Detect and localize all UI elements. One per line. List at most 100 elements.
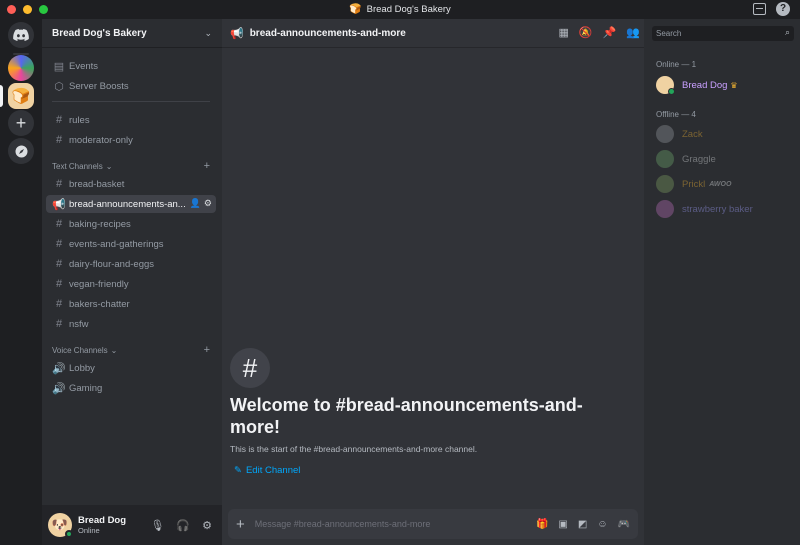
hash-icon: # — [55, 278, 63, 290]
voice-channel-lobby[interactable]: 🔊 Lobby — [46, 359, 216, 377]
channel-welcome: # Welcome to #bread-announcements-and-mo… — [230, 348, 630, 476]
avatar — [656, 150, 674, 168]
channel-bakers-chatter[interactable]: # bakers-chatter — [46, 295, 216, 313]
help-icon[interactable]: ? — [776, 2, 790, 16]
speaker-icon: 🔊 — [52, 382, 66, 395]
member-list: Search ⌕ Online — 1 Bread Dog ♛ Offline … — [644, 19, 800, 545]
explore-servers-button[interactable] — [8, 138, 34, 164]
pencil-icon: ✎ — [234, 465, 242, 476]
clan-tag: AWOO — [709, 180, 732, 188]
category-voice-channels[interactable]: Voice Channels ⌄ + — [46, 343, 216, 357]
emoji-icon[interactable]: ☺ — [597, 519, 607, 530]
category-text-channels[interactable]: Text Channels ⌄ + — [46, 159, 216, 173]
locked-hash-icon: # — [55, 134, 63, 146]
channel-events-and-gatherings[interactable]: # events-and-gatherings — [46, 235, 216, 253]
channel-baking-recipes[interactable]: # baking-recipes — [46, 215, 216, 233]
voice-channel-gaming[interactable]: 🔊 Gaming — [46, 379, 216, 397]
member-item-prickl[interactable]: Prickl AWOO — [656, 173, 796, 195]
channel-vegan-friendly[interactable]: # vegan-friendly — [46, 275, 216, 293]
channel-dairy-flour-and-eggs[interactable]: # dairy-flour-and-eggs — [46, 255, 216, 273]
headphones-icon[interactable]: 🎧 — [176, 519, 190, 532]
server-icon-other[interactable] — [8, 55, 34, 81]
hash-icon: # — [55, 218, 63, 230]
calendar-icon: ▤ — [53, 60, 65, 73]
window-title: 🍞 Bread Dog's Bakery — [349, 4, 451, 15]
user-panel: 🐶 Bread Dog Online 🎙 🎧 ⚙ — [42, 505, 222, 545]
crown-icon: ♛ — [730, 80, 738, 90]
create-channel-button[interactable]: + — [204, 160, 210, 172]
welcome-subtitle: This is the start of the #bread-announce… — [230, 444, 478, 454]
sticker-icon[interactable]: ◩ — [578, 519, 587, 530]
close-window-button[interactable] — [7, 5, 16, 14]
compass-icon — [15, 145, 27, 157]
offline-header: Offline — 4 — [656, 110, 696, 119]
announcement-icon: 📢 — [52, 198, 66, 211]
sidebar-item-events[interactable]: ▤ Events — [46, 57, 216, 75]
message-composer: + 🎁 ▣ ◩ ☺ 🎮 — [228, 509, 638, 539]
discord-logo-icon — [13, 29, 29, 41]
welcome-title: Welcome to #bread-announcements-and-more… — [230, 395, 583, 437]
sidebar-item-server-boosts[interactable]: ⬡ Server Boosts — [46, 77, 216, 95]
member-list-icon[interactable]: 👥 — [626, 26, 640, 39]
avatar — [656, 175, 674, 193]
discord-window: 🍞 Bread Dog's Bakery ? 🍞 + Bread Dog's B… — [0, 0, 800, 545]
boost-icon: ⬡ — [54, 80, 64, 93]
online-status-dot — [668, 88, 675, 95]
avatar[interactable]: 🐶 — [48, 513, 73, 538]
channel-sidebar: Bread Dog's Bakery ⌄ ▤ Events ⬡ Server B… — [42, 19, 222, 545]
hash-icon: # — [55, 178, 63, 190]
hash-icon: # — [55, 298, 63, 310]
gear-icon[interactable]: ⚙ — [202, 519, 212, 532]
notification-bell-icon[interactable]: 🔕 — [579, 26, 593, 39]
chevron-down-icon: ⌄ — [105, 161, 113, 171]
online-status-dot — [65, 530, 73, 538]
search-input[interactable]: Search ⌕ — [652, 26, 794, 41]
avatar — [656, 125, 674, 143]
invite-icon[interactable]: 👤 — [190, 198, 201, 209]
avatar — [656, 200, 674, 218]
server-icon-bread-dogs-bakery[interactable]: 🍞 — [8, 83, 34, 109]
pin-icon[interactable]: 📌 — [603, 26, 617, 39]
channel-bread-basket[interactable]: # bread-basket — [46, 175, 216, 193]
channel-nsfw[interactable]: # nsfw — [46, 315, 216, 333]
speaker-icon: 🔊 — [52, 362, 66, 375]
zoom-window-button[interactable] — [39, 5, 48, 14]
channel-title: bread-announcements-and-more — [249, 27, 406, 39]
announcement-icon: 📢 — [230, 27, 244, 40]
chevron-down-icon: ⌄ — [204, 27, 212, 38]
search-icon: ⌕ — [784, 27, 790, 37]
gif-icon[interactable]: ▣ — [558, 519, 567, 530]
avatar — [656, 76, 675, 95]
user-info[interactable]: Bread Dog Online — [78, 515, 150, 535]
member-item-graggle[interactable]: Graggle — [656, 148, 796, 170]
member-item-bread-dog[interactable]: Bread Dog ♛ — [656, 74, 796, 96]
hash-icon: # — [55, 114, 63, 126]
title-bar: 🍞 Bread Dog's Bakery ? — [0, 0, 800, 19]
channel-bread-announcements[interactable]: 📢 bread-announcements-an... 👤 ⚙ — [46, 195, 216, 213]
server-header[interactable]: Bread Dog's Bakery ⌄ — [42, 19, 222, 48]
message-input[interactable] — [254, 519, 536, 529]
chat-area: 📢 bread-announcements-and-more ▦ 🔕 📌 👥 #… — [222, 19, 644, 545]
server-rail: 🍞 + — [0, 19, 42, 545]
window-controls — [7, 5, 48, 14]
activities-icon[interactable]: 🎮 — [618, 519, 630, 530]
selected-server-indicator — [0, 85, 3, 107]
member-item-strawberry-baker[interactable]: strawberry baker — [656, 198, 796, 220]
chevron-down-icon: ⌄ — [110, 345, 118, 355]
gift-icon[interactable]: 🎁 — [536, 519, 548, 530]
create-voice-channel-button[interactable]: + — [204, 344, 210, 356]
channel-moderator-only[interactable]: # moderator-only — [46, 131, 216, 149]
threads-icon[interactable]: ▦ — [558, 26, 568, 39]
edit-channel-link[interactable]: ✎ Edit Channel — [234, 465, 630, 476]
inbox-icon[interactable] — [753, 3, 766, 15]
channel-rules[interactable]: # rules — [46, 111, 216, 129]
home-button[interactable] — [8, 22, 34, 48]
member-item-zack[interactable]: Zack — [656, 123, 796, 145]
attach-plus-icon[interactable]: + — [236, 516, 245, 533]
plus-icon: + — [15, 112, 27, 133]
channel-header: 📢 bread-announcements-and-more ▦ 🔕 📌 👥 — [222, 19, 644, 48]
minimize-window-button[interactable] — [23, 5, 32, 14]
add-server-button[interactable]: + — [8, 110, 34, 136]
gear-icon[interactable]: ⚙ — [204, 198, 212, 209]
microphone-icon[interactable]: 🎙 — [150, 519, 164, 532]
